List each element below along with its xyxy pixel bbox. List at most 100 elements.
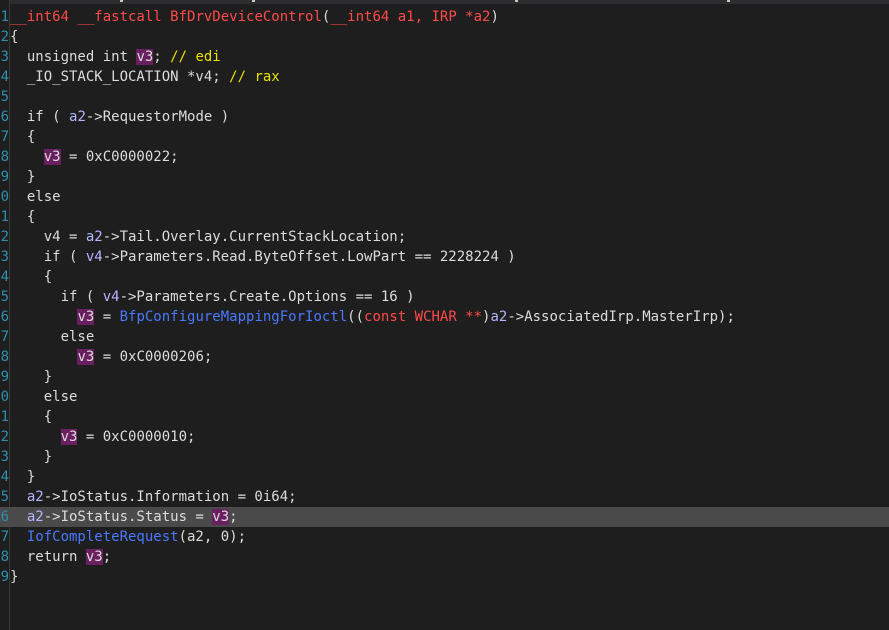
line-number: 24 [0, 469, 9, 485]
line-text: v3 = 0xC0000010; [10, 427, 195, 447]
code-token: } [10, 569, 19, 585]
line-number: 23 [0, 449, 9, 465]
code-token[interactable]: a2 [27, 489, 44, 505]
code-token: (( [347, 309, 365, 325]
code-token[interactable]: v4 [103, 289, 120, 305]
tab-marker [727, 0, 730, 2]
code-token: ->IoStatus.Information = 0i64; [43, 489, 297, 505]
highlighted-variable[interactable]: v3 [212, 509, 230, 525]
function-call[interactable]: BfpConfigureMappingForIoctl [120, 309, 348, 325]
line-number: 28 [0, 549, 9, 565]
code-line-current[interactable]: 26 a2->IoStatus.Status = v3; [0, 507, 889, 527]
code-token: else [10, 329, 95, 345]
code-line[interactable]: 5 [0, 87, 889, 107]
code-line[interactable]: 17 else [0, 327, 889, 347]
line-number: 1 [0, 9, 9, 25]
line-text: } [10, 367, 52, 387]
highlighted-variable[interactable]: v3 [136, 49, 154, 65]
line-text: else [10, 187, 61, 207]
code-token: BfDrvDeviceControl [170, 9, 322, 25]
code-line[interactable]: 13 if ( v4->Parameters.Read.ByteOffset.L… [0, 247, 889, 267]
code-line[interactable]: 8 v3 = 0xC0000022; [0, 147, 889, 167]
code-token: ; [229, 509, 238, 525]
tab-marker [515, 0, 518, 2]
line-number: 18 [0, 349, 9, 365]
code-line[interactable]: 16 v3 = BfpConfigureMappingForIoctl((con… [0, 307, 889, 327]
code-line[interactable]: 25 a2->IoStatus.Information = 0i64; [0, 487, 889, 507]
line-text: } [10, 467, 35, 487]
line-text: { [10, 207, 35, 227]
highlighted-variable[interactable]: v3 [77, 349, 95, 365]
line-number: 29 [0, 569, 9, 585]
code-line[interactable]: 21 { [0, 407, 889, 427]
line-number: 20 [0, 389, 9, 405]
code-token: else [10, 189, 61, 205]
line-text: else [10, 327, 95, 347]
code-token: ->Parameters.Create.Options == 16 ) [119, 289, 415, 305]
code-line[interactable]: 12 v4 = a2->Tail.Overlay.CurrentStackLoc… [0, 227, 889, 247]
line-text: { [10, 127, 35, 147]
code-line[interactable]: 15 if ( v4->Parameters.Create.Options ==… [0, 287, 889, 307]
line-text: v3 = BfpConfigureMappingForIoctl((const … [10, 307, 735, 327]
code-line[interactable]: 3 unsigned int v3; // edi [0, 47, 889, 67]
highlighted-variable[interactable]: v3 [43, 149, 61, 165]
line-text: IofCompleteRequest(a2, 0); [10, 527, 246, 547]
line-number: 5 [0, 89, 9, 105]
code-line[interactable]: 20 else [0, 387, 889, 407]
code-token: = [94, 309, 120, 325]
line-number: 3 [0, 49, 9, 65]
code-line[interactable]: 18 v3 = 0xC0000206; [0, 347, 889, 367]
code-token[interactable]: a2 [86, 229, 103, 245]
code-token: = 0xC0000206; [94, 349, 213, 365]
highlighted-variable[interactable]: v3 [85, 549, 103, 565]
pseudocode-view[interactable]: 1 __int64 __fastcall BfDrvDeviceControl(_… [0, 7, 889, 587]
line-number: 19 [0, 369, 9, 385]
line-text: _IO_STACK_LOCATION *v4; // rax [10, 67, 280, 87]
code-line[interactable]: 7 { [0, 127, 889, 147]
code-token: ->Tail.Overlay.CurrentStackLocation; [102, 229, 407, 245]
code-token: if ( [10, 249, 86, 265]
line-text: { [10, 27, 18, 47]
code-token: } [10, 369, 53, 385]
code-token: if ( [10, 109, 70, 125]
code-line[interactable]: 2{ [0, 27, 889, 47]
code-line[interactable]: 4 _IO_STACK_LOCATION *v4; // rax [0, 67, 889, 87]
code-token: = 0xC0000010; [77, 429, 196, 445]
code-line[interactable]: 6 if ( a2->RequestorMode ) [0, 107, 889, 127]
line-text: __int64 __fastcall BfDrvDeviceControl(__… [10, 7, 499, 27]
code-line[interactable]: 19 } [0, 367, 889, 387]
code-token: ; [102, 549, 112, 565]
code-token: return [10, 549, 86, 565]
code-token[interactable]: a2 [27, 509, 44, 525]
highlighted-variable[interactable]: v3 [77, 309, 95, 325]
line-number: 4 [0, 69, 9, 85]
code-line[interactable]: 24 } [0, 467, 889, 487]
code-line[interactable]: 23 } [0, 447, 889, 467]
line-number: 6 [0, 109, 9, 125]
code-line[interactable]: 27 IofCompleteRequest(a2, 0); [0, 527, 889, 547]
code-line[interactable]: 9 } [0, 167, 889, 187]
tab-strip [0, 0, 889, 4]
code-token: __int64 a1, IRP *a2 [330, 9, 491, 25]
tab-marker [120, 0, 123, 2]
function-call[interactable]: IofCompleteRequest [27, 529, 179, 545]
code-token[interactable]: a2 [69, 109, 86, 125]
code-line[interactable]: 14 { [0, 267, 889, 287]
code-line[interactable]: 1 __int64 __fastcall BfDrvDeviceControl(_… [0, 7, 889, 27]
code-line[interactable]: 22 v3 = 0xC0000010; [0, 427, 889, 447]
code-line[interactable]: 29} [0, 567, 889, 587]
code-line[interactable]: 10 else [0, 187, 889, 207]
code-token: ) [490, 9, 499, 25]
code-token: } [10, 469, 36, 485]
line-text: v3 = 0xC0000022; [10, 147, 179, 167]
highlighted-variable[interactable]: v3 [60, 429, 78, 445]
code-token[interactable]: a2 [490, 309, 507, 325]
code-token[interactable]: v4 [86, 249, 103, 265]
code-line[interactable]: 11 { [0, 207, 889, 227]
code-line[interactable]: 28 return v3; [0, 547, 889, 567]
line-text: if ( a2->RequestorMode ) [10, 107, 229, 127]
